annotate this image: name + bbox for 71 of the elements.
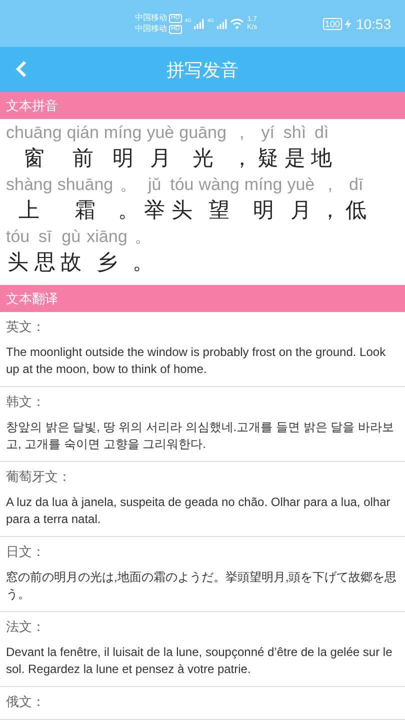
- pinyin-syllable: ,: [240, 122, 244, 144]
- pinyin-syllable: shì: [283, 122, 306, 144]
- pinyin-syllable: shàng: [6, 174, 52, 196]
- pinyin-syllable: tóu: [170, 174, 194, 196]
- carrier-name: 中国移动: [135, 13, 167, 23]
- battery-level: 100: [322, 18, 342, 30]
- chinese-character: 上: [18, 198, 40, 224]
- pinyin-syllable: ,: [328, 174, 332, 196]
- charging-icon: [344, 18, 351, 28]
- language-label: 葡萄牙文：: [6, 468, 72, 486]
- pinyin-syllable: xiāng: [86, 226, 128, 248]
- chinese-character: 乡: [96, 250, 118, 276]
- chinese-character: 窗: [23, 146, 44, 172]
- pinyin-syllable: gù: [62, 226, 81, 248]
- pinyin-syllable: yuè: [146, 122, 174, 144]
- pinyin-syllable: 。: [134, 226, 152, 248]
- section-header: 文本拼音: [0, 92, 405, 119]
- pinyin-syllable: wàng: [198, 174, 240, 196]
- signal-icon: [217, 18, 228, 28]
- chinese-character: 低: [346, 198, 367, 224]
- chinese-character: 。: [118, 198, 140, 224]
- language-label: 日文：: [6, 543, 46, 561]
- translation-text: 창앞의 밝은 달빛, 땅 위의 서리라 의심했네.고개를 들면 밝은 달을 바라보고, 고개를 숙이면 고향을 그리워한다.: [6, 419, 396, 453]
- pinyin-syllable: tóu: [6, 226, 30, 248]
- translation-text: The moonlight outside the window is probably frost on the ground. Look up at the moon, bow to think of home.: [6, 344, 387, 378]
- chinese-character: 前: [72, 146, 94, 172]
- chinese-character: 地: [311, 146, 332, 172]
- language-label: 俄文：: [6, 693, 46, 711]
- chinese-character: 故: [60, 250, 82, 276]
- wifi-icon: [230, 18, 244, 29]
- pinyin-syllable: chuāng: [6, 122, 62, 144]
- chinese-character: 霜: [74, 198, 96, 224]
- chinese-character: ，: [231, 146, 252, 172]
- pinyin-syllable: jǔ: [148, 174, 162, 196]
- language-label: 韩文：: [6, 393, 46, 411]
- back-icon: [15, 60, 27, 78]
- language-label: 法文：: [6, 618, 46, 636]
- pinyin-syllable: 。: [120, 174, 138, 196]
- chinese-character: 头: [171, 198, 192, 224]
- pinyin-syllable: dì: [314, 122, 329, 144]
- pinyin-syllable: shuāng: [57, 174, 114, 196]
- chinese-character: 月: [290, 198, 312, 224]
- pinyin-syllable: yí: [261, 122, 275, 144]
- chinese-character: 思: [34, 250, 56, 276]
- pinyin-syllable: míng: [104, 122, 142, 144]
- chinese-character: 。: [132, 250, 154, 276]
- pinyin-syllable: qián: [66, 122, 99, 144]
- chinese-character: 头: [7, 250, 28, 276]
- translation-text: A luz da lua à janela, suspeita de geada no chão. Olhar para a lua, olhar para a terra natal.: [6, 494, 392, 528]
- pinyin-syllable: míng: [244, 174, 282, 196]
- pinyin-syllable: dī: [349, 174, 364, 196]
- chinese-character: 明: [252, 198, 274, 224]
- language-label: 英文：: [6, 318, 46, 336]
- section-header: 文本翻译: [0, 285, 405, 312]
- pinyin-syllable: yuè: [287, 174, 315, 196]
- chinese-character: 明: [112, 146, 134, 172]
- screen-title: 拼写发音: [166, 58, 238, 82]
- chinese-character: 光: [192, 146, 214, 172]
- carrier-name: 中国移动: [135, 24, 167, 34]
- chinese-character: 望: [208, 198, 230, 224]
- translation-text: Devant la fenêtre, il luisait de la lune, soupçonné d’être de la gelée sur le sol. Regardez la lune et pensez à votre patrie.: [6, 644, 394, 678]
- chinese-character: ，: [320, 198, 341, 224]
- signal-icon: [194, 18, 204, 28]
- pinyin-syllable: guāng: [179, 122, 226, 144]
- chinese-character: 疑: [257, 146, 278, 172]
- chinese-character: 举: [144, 198, 166, 224]
- chinese-character: 月: [150, 146, 171, 172]
- translation-text: 窓の前の明月の光は,地面の霜のようだ。挙頭望明月,頭を下げて故郷を思う。: [6, 569, 398, 603]
- clock-time: 10:53: [356, 16, 391, 32]
- chinese-character: 是: [284, 146, 306, 172]
- pinyin-syllable: sī: [38, 226, 52, 248]
